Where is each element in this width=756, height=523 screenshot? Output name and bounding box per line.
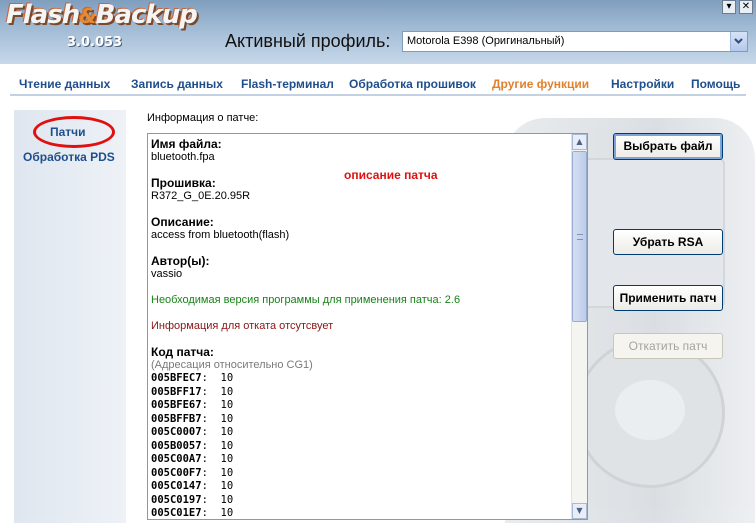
patch-info-content: Имя файла: bluetooth.fpa Прошивка: R372_… <box>148 134 572 520</box>
chevron-down-icon[interactable] <box>730 32 747 51</box>
patch-code-list: 005BFEC7: 10 005BFF17: 10 005BFE67: 10 0… <box>151 372 569 519</box>
nav-item-flash-terminal[interactable]: Flash-терминал <box>241 77 334 91</box>
scroll-thumb[interactable] <box>572 151 587 322</box>
sidebar-item-pds-processing[interactable]: Обработка PDS <box>23 150 115 164</box>
code-line: 005C01E7: 10 <box>151 507 234 519</box>
active-profile-label: Активный профиль: <box>225 31 391 51</box>
select-file-button[interactable]: Выбрать файл <box>613 133 723 160</box>
filename-value: bluetooth.fpa <box>151 151 215 163</box>
patch-info-scrollbar[interactable]: ▲ ▼ <box>571 134 587 519</box>
patch-info-textbox[interactable]: Имя файла: bluetooth.fpa Прошивка: R372_… <box>147 133 588 520</box>
window-minimize-button[interactable]: ▾ <box>722 0 736 14</box>
code-line: 005BFEC7: 10 <box>151 372 234 384</box>
code-line: 005C00F7: 10 <box>151 466 234 479</box>
description-value: access from bluetooth(flash) <box>151 229 290 241</box>
app-header: Flash&Backup 3.0.053 Активный профиль: M… <box>0 0 756 64</box>
required-version-text: Необходимая версия программы для примене… <box>151 294 461 306</box>
apply-patch-button[interactable]: Применить патч <box>613 285 723 311</box>
code-line: 005BFF17: 10 <box>151 385 234 398</box>
phone-dpad-graphic <box>615 380 685 440</box>
code-line: 005C0147: 10 <box>151 480 234 492</box>
code-line: 005BFFB7: 10 <box>151 412 234 425</box>
authors-label: Автор(ы): <box>151 254 210 268</box>
nav-divider <box>10 94 746 96</box>
nav-item-settings[interactable]: Настройки <box>611 77 674 91</box>
code-line: 005C0197: 10 <box>151 493 234 506</box>
firmware-value: R372_G_0E.20.95R <box>151 190 251 202</box>
main-nav: Чтение данных Запись данных Flash-термин… <box>0 64 756 102</box>
patch-code-label: Код патча: <box>151 345 214 359</box>
scroll-down-button[interactable]: ▼ <box>572 503 587 519</box>
app-logo: Flash&Backup <box>6 0 198 30</box>
filename-label: Имя файла: <box>151 137 222 151</box>
nav-item-firmware-processing[interactable]: Обработка прошивок <box>349 77 476 91</box>
patch-description-annotation: описание патча <box>344 168 438 182</box>
code-line: 005B0057: 10 <box>151 439 234 452</box>
addressing-note: (Адресация относительно CG1) <box>151 359 313 371</box>
scroll-up-button[interactable]: ▲ <box>572 134 587 150</box>
rollback-info-text: Информация для отката отсутсвует <box>151 320 334 332</box>
code-line: 005C0007: 10 <box>151 426 234 438</box>
code-line: 005BFE67: 10 <box>151 399 234 411</box>
rollback-patch-button: Откатить патч <box>613 333 723 359</box>
code-line: 005C00A7: 10 <box>151 453 234 465</box>
window-close-button[interactable]: ✕ <box>739 0 753 14</box>
nav-item-help[interactable]: Помощь <box>691 77 740 91</box>
remove-rsa-button[interactable]: Убрать RSA <box>613 229 723 255</box>
nav-item-other-functions[interactable]: Другие функции <box>492 77 589 91</box>
patch-info-heading: Информация о патче: <box>147 112 259 124</box>
profile-dropdown-value: Motorola E398 (Оригинальный) <box>407 35 565 47</box>
highlight-circle-annotation <box>33 116 115 148</box>
sidebar <box>14 110 126 523</box>
nav-item-write-data[interactable]: Запись данных <box>131 77 223 91</box>
nav-item-read-data[interactable]: Чтение данных <box>19 77 110 91</box>
app-version: 3.0.053 <box>67 35 123 50</box>
description-label: Описание: <box>151 215 214 229</box>
profile-dropdown[interactable]: Motorola E398 (Оригинальный) <box>402 31 748 52</box>
grip-icon <box>577 234 583 240</box>
authors-value: vassio <box>151 268 183 280</box>
